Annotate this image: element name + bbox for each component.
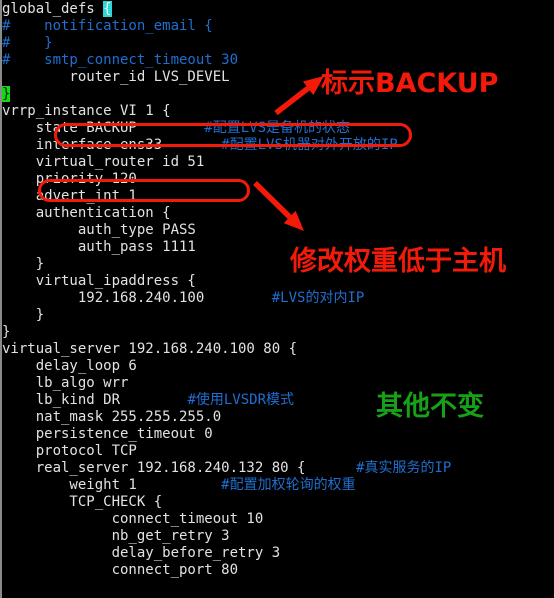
code-token: delay_loop 6 (2, 358, 137, 374)
code-token: priority 120 (2, 171, 137, 187)
code-line[interactable]: # } (2, 35, 554, 52)
code-token: auth_pass 1111 (2, 239, 196, 255)
code-token: weight 1 (2, 477, 137, 493)
code-token: real_server 192.168.240.132 80 { (2, 460, 306, 476)
code-token: persistence_timeout 0 (2, 426, 213, 442)
code-line[interactable]: } (2, 307, 554, 324)
code-token: connect_timeout 10 (2, 511, 264, 527)
code-token: } (2, 256, 45, 272)
inline-comment: #配置LVS机器对外开放的IP (162, 137, 398, 153)
code-line[interactable]: interface ens33 #配置LVS机器对外开放的IP (2, 137, 554, 154)
code-token: global_defs (2, 1, 104, 17)
matching-brace-highlight: } (2, 86, 11, 102)
code-token: connect_port 80 (2, 562, 239, 578)
code-token: virtual_router id 51 (2, 154, 205, 170)
code-token: TCP_CHECK { (2, 494, 163, 510)
code-line[interactable]: advert_int 1 (2, 188, 554, 205)
code-token: 192.168.240.100 (2, 290, 205, 306)
matching-brace-highlight: { (103, 1, 112, 17)
code-token: interface ens33 (2, 137, 163, 153)
unchanged-label: 其他不变 (376, 391, 484, 422)
code-line[interactable]: authentication { (2, 205, 554, 222)
code-line[interactable]: virtual_server 192.168.240.100 80 { (2, 341, 554, 358)
code-line[interactable]: delay_loop 6 (2, 358, 554, 375)
code-line[interactable]: real_server 192.168.240.132 80 { #真实服务的I… (2, 460, 554, 477)
code-line[interactable]: state BACKUP #配置LVS是备机的状态 (2, 120, 554, 137)
code-token: virtual_server 192.168.240.100 80 { (2, 341, 298, 357)
code-token: } (2, 307, 45, 323)
code-line[interactable]: # notification_email { (2, 18, 554, 35)
code-line[interactable]: global_defs { (2, 1, 554, 18)
code-token: state BACKUP (2, 120, 137, 136)
code-token: delay_before_retry 3 (2, 545, 281, 561)
inline-comment: #配置LVS是备机的状态 (136, 120, 351, 136)
terminal-window: global_defs {# notification_email {# } # … (0, 0, 554, 598)
backup-label: 标示BACKUP (321, 68, 499, 99)
code-token: lb_algo wrr (2, 375, 129, 391)
code-token: protocol TCP (2, 443, 137, 459)
code-line[interactable]: auth_type PASS (2, 222, 554, 239)
code-line[interactable]: } (2, 324, 554, 341)
code-line[interactable]: delay_before_retry 3 (2, 545, 554, 562)
code-line[interactable]: TCP_CHECK { (2, 494, 554, 511)
code-line[interactable]: persistence_timeout 0 (2, 426, 554, 443)
inline-comment: #配置加权轮询的权重 (136, 477, 356, 493)
code-token: advert_int 1 (2, 188, 137, 204)
code-line[interactable]: connect_port 80 (2, 562, 554, 579)
code-line[interactable]: protocol TCP (2, 443, 554, 460)
code-line[interactable]: 192.168.240.100 #LVS的对内IP (2, 290, 554, 307)
commented-directive: # notification_email { (2, 18, 213, 34)
code-line[interactable]: priority 120 (2, 171, 554, 188)
code-token: router_id LVS_DEVEL (2, 69, 230, 85)
code-token: lb_kind DR (2, 392, 121, 408)
code-line[interactable]: connect_timeout 10 (2, 511, 554, 528)
inline-comment: #LVS的对内IP (204, 290, 365, 306)
code-token: nb_get_retry 3 (2, 528, 230, 544)
code-token: vrrp_instance VI 1 { (2, 103, 171, 119)
inline-comment: #真实服务的IP (305, 460, 452, 476)
inline-comment: #使用LVSDR模式 (120, 392, 295, 408)
commented-directive: # } (2, 35, 53, 51)
commented-directive: # smtp_connect_timeout 30 (2, 52, 239, 68)
code-token: nat_mask 255.255.255.0 (2, 409, 222, 425)
code-token: authentication { (2, 205, 171, 221)
code-line[interactable]: nb_get_retry 3 (2, 528, 554, 545)
code-token: auth_type PASS (2, 222, 196, 238)
code-token: } (2, 324, 11, 340)
weight-label: 修改权重低于主机 (290, 246, 506, 277)
code-line[interactable]: weight 1 #配置加权轮询的权重 (2, 477, 554, 494)
code-line[interactable]: vrrp_instance VI 1 { (2, 103, 554, 120)
code-line[interactable]: virtual_router id 51 (2, 154, 554, 171)
code-token: virtual_ipaddress { (2, 273, 196, 289)
